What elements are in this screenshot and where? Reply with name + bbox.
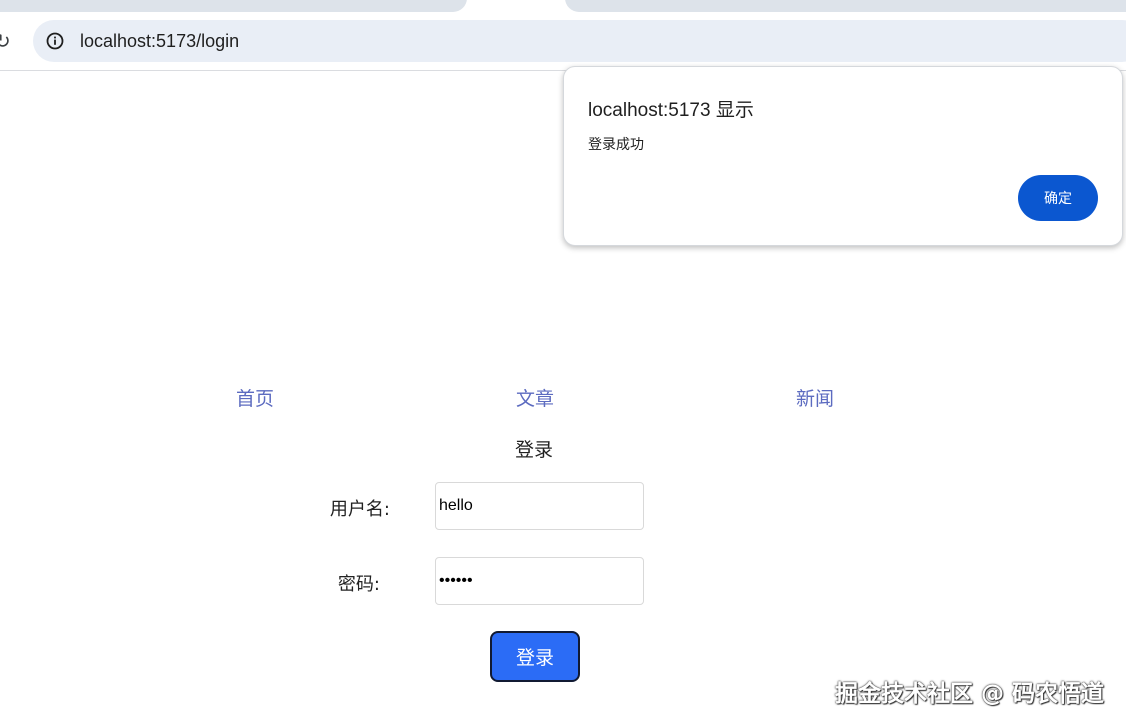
dialog-title: localhost:5173 显示 [588, 100, 754, 121]
nav-link-articles[interactable]: 文章 [495, 384, 575, 411]
dialog-ok-button[interactable]: 确定 [1018, 175, 1098, 221]
tab-strip [0, 0, 1126, 12]
password-input[interactable] [435, 557, 644, 605]
password-label: 密码: [337, 574, 380, 595]
page-title: 登录 [514, 439, 553, 461]
url-text: localhost:5173/login [80, 31, 240, 51]
username-label: 用户名: [329, 499, 390, 520]
alert-dialog: localhost:5173 显示 登录成功 确定 [563, 66, 1123, 246]
browser-tab[interactable] [565, 0, 1126, 12]
info-icon[interactable] [46, 32, 64, 50]
browser-toolbar: ↻ localhost:5173/login [0, 0, 1126, 71]
login-button[interactable]: 登录 [490, 631, 580, 682]
username-input[interactable] [435, 482, 644, 530]
browser-tab[interactable] [0, 0, 467, 12]
address-bar[interactable]: localhost:5173/login [33, 20, 1126, 62]
watermark: 掘金技术社区 @ 码农悟道 [834, 681, 1104, 707]
reload-icon[interactable]: ↻ [0, 30, 12, 52]
nav-link-news[interactable]: 新闻 [775, 384, 855, 411]
nav-link-home[interactable]: 首页 [215, 384, 295, 411]
dialog-message: 登录成功 [588, 137, 644, 153]
